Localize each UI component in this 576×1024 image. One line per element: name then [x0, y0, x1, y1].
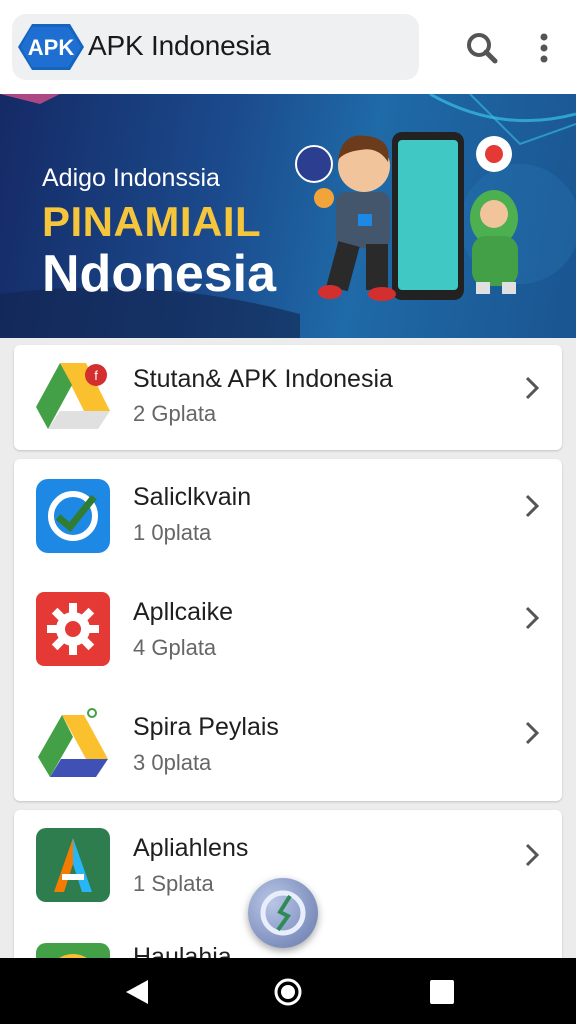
chevron-right-icon	[522, 605, 542, 631]
app-subtitle: 4 Gplata	[133, 635, 217, 660]
chevron-right-icon	[522, 842, 542, 868]
app-subtitle: 3 0plata	[133, 750, 212, 775]
app-subtitle: 2 Gplata	[133, 401, 217, 426]
back-icon[interactable]	[118, 972, 158, 1012]
app-name: Saliclkvain	[133, 483, 252, 511]
chevron-right-icon	[522, 375, 542, 401]
svg-text:f: f	[94, 368, 98, 383]
a-letter-icon	[34, 826, 112, 904]
sync-check-icon	[34, 477, 112, 555]
list-item[interactable]: Apllcaike 4 Gplata	[14, 574, 562, 689]
floating-action-button[interactable]	[248, 878, 318, 948]
chevron-right-icon	[522, 493, 542, 519]
more-vert-icon[interactable]	[528, 30, 560, 66]
app-title: APK Indonesia	[88, 30, 271, 61]
recents-icon[interactable]	[422, 972, 462, 1012]
apk-logo: APK	[18, 24, 84, 70]
drive-icon: f	[34, 357, 112, 435]
list-item[interactable]: Saliclkvain 1 0plata	[14, 459, 562, 574]
banner-illustration	[280, 94, 576, 338]
list-item[interactable]: f Stutan& APK Indonesia 2 Gplata	[14, 345, 562, 450]
chevron-right-icon	[522, 720, 542, 746]
svg-text:APK: APK	[28, 35, 75, 60]
app-subtitle: 1 Splata	[133, 871, 214, 896]
app-header: APK APK Indonesia	[0, 0, 576, 94]
list-item[interactable]: Spira Peylais 3 0plata	[14, 689, 562, 804]
banner-title-secondary: Ndonesia	[42, 245, 277, 303]
app-card: Saliclkvain 1 0plata Apllcaike 4 Gplata …	[14, 459, 562, 801]
refresh-icon	[260, 890, 306, 936]
banner-title: PINAMIAIL	[42, 198, 262, 245]
banner-subtitle: Adigo Indonssia	[42, 164, 220, 192]
app-name: Apliahlens	[133, 834, 249, 862]
promo-banner[interactable]: Adigo Indonssia PINAMIAIL Ndonesia	[0, 94, 576, 338]
app-name: Apllcaike	[133, 598, 234, 626]
search-icon[interactable]	[464, 30, 500, 66]
gear-icon	[34, 590, 112, 668]
home-icon[interactable]	[268, 972, 308, 1012]
drive-icon	[34, 707, 112, 785]
app-name: Stutan& APK Indonesia	[133, 365, 393, 393]
app-subtitle: 1 0plata	[133, 520, 212, 545]
system-nav-bar	[0, 958, 576, 1024]
app-name: Spira Peylais	[133, 713, 279, 741]
app-card: f Stutan& APK Indonesia 2 Gplata	[14, 345, 562, 450]
